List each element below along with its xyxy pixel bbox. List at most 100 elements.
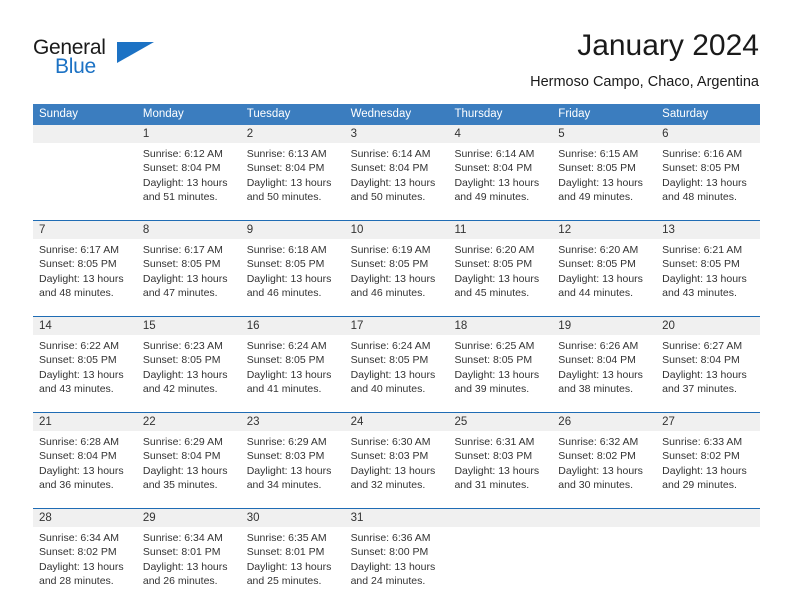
day-number[interactable]: 27 (656, 413, 760, 431)
day-cell[interactable]: Sunrise: 6:22 AM Sunset: 8:05 PM Daylight:… (33, 335, 137, 405)
day-number[interactable]: 18 (448, 317, 552, 335)
day-cell[interactable]: Sunrise: 6:18 AM Sunset: 8:05 PM Daylight:… (241, 239, 345, 309)
day-number[interactable]: 5 (552, 125, 656, 143)
day-cell[interactable]: Sunrise: 6:26 AM Sunset: 8:04 PM Daylight:… (552, 335, 656, 405)
sunrise-text: Sunrise: 6:14 AM (454, 148, 535, 160)
day-cell[interactable]: Sunrise: 6:21 AM Sunset: 8:05 PM Daylight:… (656, 239, 760, 309)
day-number[interactable]: 9 (241, 221, 345, 239)
day-cell[interactable]: Sunrise: 6:19 AM Sunset: 8:05 PM Daylight:… (345, 239, 449, 309)
day-cell[interactable]: Sunrise: 6:34 AM Sunset: 8:02 PM Daylight:… (33, 527, 137, 597)
day-cell[interactable]: Sunrise: 6:13 AM Sunset: 8:04 PM Daylight:… (241, 143, 345, 213)
sunset-text: Sunset: 8:04 PM (142, 450, 221, 463)
day-cell[interactable]: Sunrise: 6:31 AM Sunset: 8:03 PM Daylight:… (448, 431, 552, 501)
day-number[interactable]: 3 (345, 125, 449, 143)
day-number[interactable]: 23 (241, 413, 345, 431)
day-number-row: 7 8 9 10 11 12 13 (33, 221, 760, 239)
day-cell[interactable]: Sunrise: 6:20 AM Sunset: 8:05 PM Daylight:… (552, 239, 656, 309)
day-number[interactable]: 7 (33, 221, 137, 239)
calendar-table: Sunday Monday Tuesday Wednesday Thursday Frid… (33, 104, 760, 604)
day-cell[interactable]: Sunrise: 6:29 AM Sunset: 8:03 PM Daylight:… (241, 431, 345, 501)
day-of-week-header-saturday: Saturday (662, 108, 709, 120)
day-cell[interactable]: Sunrise: 6:16 AM Sunset: 8:05 PM Daylight:… (656, 143, 760, 213)
sunset-text: Sunset: 8:05 PM (662, 162, 740, 175)
day-cell[interactable]: Sunrise: 6:23 AM Sunset: 8:05 PM Daylight:… (137, 335, 241, 405)
daylight-line1-text: Daylight: 13 hours (662, 272, 747, 285)
day-cell[interactable]: Sunrise: 6:12 AM Sunset: 8:04 PM Daylight:… (137, 143, 241, 213)
sunset-text: Sunset: 8:04 PM (558, 354, 636, 367)
daylight-line2-text: and 28 minutes. (39, 574, 114, 587)
day-number[interactable]: 1 (137, 125, 241, 143)
day-number[interactable]: 31 (345, 509, 449, 527)
day-cell[interactable]: Sunrise: 6:25 AM Sunset: 8:05 PM Daylight:… (448, 335, 552, 405)
day-number[interactable]: 22 (137, 413, 241, 431)
day-number[interactable]: 2 (241, 125, 345, 143)
sunset-text: Sunset: 8:03 PM (246, 450, 325, 463)
day-number[interactable]: 10 (345, 221, 449, 239)
day-number[interactable]: 30 (241, 509, 345, 527)
day-cell[interactable]: Sunrise: 6:32 AM Sunset: 8:02 PM Daylight:… (552, 431, 656, 501)
daylight-line1-text: Daylight: 13 hours (662, 464, 747, 477)
day-number[interactable]: 6 (656, 125, 760, 143)
day-cell[interactable]: Sunrise: 6:14 AM Sunset: 8:04 PM Daylight:… (448, 143, 552, 213)
daylight-line2-text: and 50 minutes. (350, 190, 426, 203)
day-of-week-header-friday: Friday (558, 108, 591, 120)
day-number[interactable]: 8 (137, 221, 241, 239)
day-number[interactable]: 17 (345, 317, 449, 335)
day-cell[interactable]: Sunrise: 6:17 AM Sunset: 8:05 PM Daylight:… (33, 239, 137, 309)
day-number-row: 123456 (33, 125, 760, 143)
page-header: General Blue January 2024 Hermoso Campo,… (33, 28, 759, 98)
day-cell[interactable]: Sunrise: 6:24 AM Sunset: 8:05 PM Daylight:… (241, 335, 345, 405)
day-number[interactable]: 29 (137, 509, 241, 527)
day-number[interactable]: 20 (656, 317, 760, 335)
daylight-line2-text: and 45 minutes. (454, 286, 530, 299)
day-cell[interactable]: Sunrise: 6:33 AM Sunset: 8:02 PM Daylight:… (656, 431, 760, 501)
daylight-line1-text: Daylight: 13 hours (39, 272, 124, 285)
day-number[interactable]: 11 (448, 221, 552, 239)
day-number[interactable]: 14 (33, 317, 137, 335)
day-cell[interactable]: Sunrise: 6:17 AM Sunset: 8:05 PM Daylight:… (137, 239, 241, 309)
sunset-text: Sunset: 8:05 PM (39, 258, 117, 271)
daylight-line2-text: and 35 minutes. (142, 478, 218, 491)
day-number[interactable]: 19 (552, 317, 656, 335)
day-cell[interactable]: Sunrise: 6:30 AM Sunset: 8:03 PM Daylight:… (345, 431, 449, 501)
day-number[interactable]: 15 (137, 317, 241, 335)
day-cell[interactable]: Sunrise: 6:24 AM Sunset: 8:05 PM Daylight:… (345, 335, 449, 405)
day-number[interactable]: 16 (241, 317, 345, 335)
day-number[interactable]: 25 (448, 413, 552, 431)
day-cell[interactable]: Sunrise: 6:36 AM Sunset: 8:00 PM Daylight:… (345, 527, 449, 597)
day-number[interactable]: 26 (552, 413, 656, 431)
daylight-line2-text: and 32 minutes. (350, 478, 426, 491)
day-cell-empty (33, 143, 137, 213)
day-number[interactable]: 4 (448, 125, 552, 143)
daylight-line2-text: and 24 minutes. (350, 574, 426, 587)
day-number[interactable]: 24 (345, 413, 449, 431)
sunset-text: Sunset: 8:03 PM (454, 450, 533, 463)
day-cell[interactable]: Sunrise: 6:14 AM Sunset: 8:04 PM Daylight:… (345, 143, 449, 213)
sunrise-text: Sunrise: 6:23 AM (142, 340, 223, 352)
day-cell[interactable]: Sunrise: 6:34 AM Sunset: 8:01 PM Daylight:… (137, 527, 241, 597)
daylight-line1-text: Daylight: 13 hours (454, 176, 540, 189)
daylight-line1-text: Daylight: 13 hours (246, 464, 332, 477)
daylight-line2-text: and 50 minutes. (246, 190, 322, 203)
day-cell[interactable]: Sunrise: 6:28 AM Sunset: 8:04 PM Daylight:… (33, 431, 137, 501)
sunrise-text: Sunrise: 6:28 AM (39, 436, 119, 448)
sunset-text: Sunset: 8:03 PM (350, 450, 429, 463)
sunset-text: Sunset: 8:05 PM (142, 258, 221, 271)
day-cell[interactable]: Sunrise: 6:20 AM Sunset: 8:05 PM Daylight:… (448, 239, 552, 309)
day-number[interactable]: 13 (656, 221, 760, 239)
day-cell[interactable]: Sunrise: 6:27 AM Sunset: 8:04 PM Daylight:… (656, 335, 760, 405)
day-detail-row: Sunrise: 6:34 AM Sunset: 8:02 PM Daylight:… (33, 527, 760, 597)
day-detail-row: Sunrise: 6:12 AM Sunset: 8:04 PM Daylight:… (33, 143, 760, 213)
day-number[interactable]: 12 (552, 221, 656, 239)
sunrise-text: Sunrise: 6:14 AM (350, 148, 431, 160)
daylight-line1-text: Daylight: 13 hours (454, 464, 540, 477)
day-cell[interactable]: Sunrise: 6:35 AM Sunset: 8:01 PM Daylight:… (241, 527, 345, 597)
day-number[interactable]: 21 (33, 413, 137, 431)
daylight-line1-text: Daylight: 13 hours (558, 176, 643, 189)
day-number[interactable]: 28 (33, 509, 137, 527)
sunset-text: Sunset: 8:05 PM (142, 354, 221, 367)
daylight-line1-text: Daylight: 13 hours (246, 560, 332, 573)
location-subtitle: Hermoso Campo, Chaco, Argentina (530, 74, 759, 90)
day-cell[interactable]: Sunrise: 6:15 AM Sunset: 8:05 PM Daylight:… (552, 143, 656, 213)
day-cell[interactable]: Sunrise: 6:29 AM Sunset: 8:04 PM Daylight:… (137, 431, 241, 501)
